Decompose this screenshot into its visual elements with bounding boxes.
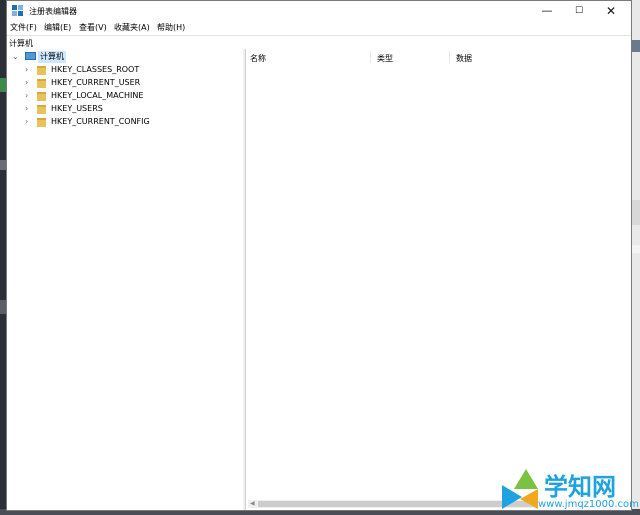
- chevron-right-icon[interactable]: ›: [25, 64, 31, 76]
- values-pane: 名称 类型 数据 ◀: [246, 49, 631, 510]
- logo-shape: [502, 485, 522, 509]
- tree-item-hkey-current-user[interactable]: › HKEY_CURRENT_USER: [7, 77, 237, 89]
- menu-file[interactable]: 文件(F): [10, 22, 37, 33]
- chevron-right-icon[interactable]: ›: [25, 90, 31, 102]
- window-title: 注册表编辑器: [29, 7, 77, 16]
- desktop-fragment: [632, 40, 640, 52]
- title-bar[interactable]: 注册表编辑器 — ☐ ✕: [7, 1, 631, 21]
- address-path: 计算机: [9, 39, 33, 48]
- tree-item-hkey-current-config[interactable]: › HKEY_CURRENT_CONFIG: [7, 116, 237, 128]
- tree-pane: ⌄ 计算机 › HKEY_CLASSES_ROOT › HKEY_CURRENT…: [7, 49, 244, 510]
- tree-item-hkey-local-machine[interactable]: › HKEY_LOCAL_MACHINE: [7, 90, 237, 102]
- menu-view[interactable]: 查看(V): [79, 22, 107, 33]
- column-header-type[interactable]: 类型: [377, 53, 393, 64]
- registry-editor-window: 注册表编辑器 — ☐ ✕ 文件(F) 编辑(E) 查看(V) 收藏夹(A) 帮助…: [6, 0, 632, 511]
- chevron-right-icon[interactable]: ›: [25, 103, 31, 115]
- folder-icon: [37, 79, 46, 88]
- chevron-right-icon[interactable]: ›: [25, 77, 31, 89]
- column-divider[interactable]: [449, 51, 450, 63]
- tree-item-label: HKEY_USERS: [51, 104, 103, 113]
- tree-item-hkey-classes-root[interactable]: › HKEY_CLASSES_ROOT: [7, 64, 237, 76]
- watermark-brand: 学知网: [544, 473, 616, 501]
- chevron-right-icon[interactable]: ›: [25, 116, 31, 128]
- desktop-fragment: [632, 245, 640, 253]
- column-divider[interactable]: [370, 51, 371, 63]
- desktop-fragment: [632, 200, 640, 225]
- scroll-left-icon[interactable]: ◀: [250, 500, 255, 508]
- menu-edit[interactable]: 编辑(E): [44, 22, 71, 33]
- menu-help[interactable]: 帮助(H): [157, 22, 185, 33]
- address-bar[interactable]: 计算机: [7, 35, 631, 50]
- menu-favorites[interactable]: 收藏夹(A): [114, 22, 150, 33]
- menu-bar: 文件(F) 编辑(E) 查看(V) 收藏夹(A) 帮助(H): [7, 21, 631, 34]
- minimize-button[interactable]: —: [531, 1, 563, 21]
- maximize-button[interactable]: ☐: [563, 1, 595, 21]
- registry-editor-icon: [12, 5, 24, 17]
- tree-item-computer[interactable]: ⌄ 计算机: [7, 51, 237, 63]
- tree-item-label: HKEY_CLASSES_ROOT: [51, 65, 140, 74]
- folder-icon: [37, 118, 46, 127]
- desktop-right-edge: [632, 0, 640, 515]
- column-header-name[interactable]: 名称: [250, 53, 266, 64]
- watermark-logo: 学知网 www.jmqz1000.com: [490, 465, 640, 515]
- tree-item-label: HKEY_CURRENT_CONFIG: [51, 117, 150, 126]
- folder-icon: [37, 66, 46, 75]
- computer-icon: [25, 52, 36, 60]
- chevron-down-icon[interactable]: ⌄: [12, 51, 19, 63]
- tree-item-label: HKEY_CURRENT_USER: [51, 78, 141, 87]
- folder-icon: [37, 92, 46, 101]
- watermark-url: www.jmqz1000.com: [538, 499, 639, 510]
- logo-shape: [520, 489, 538, 509]
- tree-item-label: HKEY_LOCAL_MACHINE: [51, 91, 144, 100]
- tree-item-hkey-users[interactable]: › HKEY_USERS: [7, 103, 237, 115]
- column-header-data[interactable]: 数据: [456, 53, 472, 64]
- tree-item-label: 计算机: [38, 51, 66, 63]
- folder-icon: [37, 105, 46, 114]
- close-button[interactable]: ✕: [595, 1, 627, 21]
